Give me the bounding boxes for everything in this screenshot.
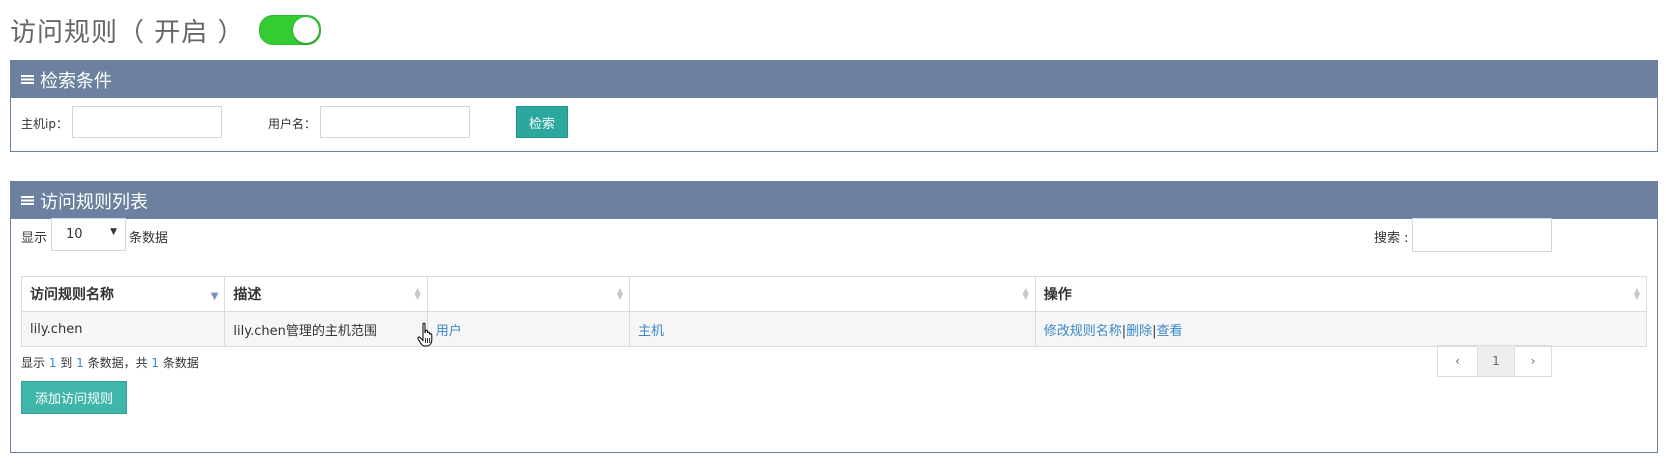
list-icon: [21, 196, 34, 205]
search-panel: 检索条件 主机ip： 用户名： 检索: [10, 60, 1658, 152]
table-search-label: 搜索 :: [1374, 231, 1409, 246]
sort-desc-icon: ▼: [210, 291, 219, 302]
next-page-button[interactable]: ›: [1514, 346, 1551, 376]
info-to: 1: [76, 356, 84, 370]
page-length-value: 10: [66, 227, 83, 242]
table-search-input[interactable]: [1412, 218, 1552, 252]
col-header-users[interactable]: ▲ ▼: [426, 276, 631, 312]
users-link[interactable]: 用户: [436, 324, 462, 339]
list-icon: [21, 75, 34, 84]
table-header-row: 访问规则名称 ▼ 描述 ▲ ▼ ▲ ▼ ▲ ▼ 操作 ▲ ▼: [20, 276, 1648, 312]
page-1-button[interactable]: 1: [1477, 346, 1514, 376]
view-link[interactable]: 查看: [1157, 324, 1183, 339]
sort-icon: ▲ ▼: [414, 286, 421, 301]
cell-users: 用户: [426, 311, 631, 347]
title-row: 访问规则（ 开启 ）: [10, 10, 321, 50]
page-length-select[interactable]: 10 ▼: [51, 218, 126, 251]
search-panel-header: 检索条件: [11, 61, 1657, 98]
rule-list-panel-header: 访问规则列表: [11, 182, 1657, 219]
rename-rule-link[interactable]: 修改规则名称: [1044, 324, 1122, 339]
add-rule-button[interactable]: 添加访问规则: [21, 381, 127, 414]
delete-link[interactable]: 删除: [1126, 324, 1152, 339]
cell-description: lily.chen管理的主机范围: [224, 311, 428, 347]
length-prefix: 显示: [21, 231, 48, 246]
search-panel-title: 检索条件: [40, 70, 112, 92]
page-title: 访问规则（ 开启 ）: [10, 17, 245, 48]
info-total: 1: [151, 356, 160, 370]
host-ip-label: 主机ip：: [21, 117, 68, 131]
search-button[interactable]: 检索: [516, 106, 568, 138]
sort-icon: ▲ ▼: [1633, 286, 1640, 301]
rule-list-panel: 访问规则列表 显示 10 ▼ 条数据 搜索 : 访问规则名称 ▼ 描述 ▲ ▼ ▲ ▼ …: [10, 181, 1658, 453]
rule-list-panel-title: 访问规则列表: [40, 191, 148, 213]
col-header-hosts[interactable]: ▲ ▼: [629, 276, 1036, 312]
toggle-knob: [292, 17, 319, 43]
col-header-actions[interactable]: 操作 ▲ ▼: [1034, 276, 1648, 312]
hosts-link[interactable]: 主机: [638, 324, 664, 339]
rules-table: 访问规则名称 ▼ 描述 ▲ ▼ ▲ ▼ ▲ ▼ 操作 ▲ ▼ lily.chen lily.c…: [20, 276, 1648, 347]
username-label: 用户名：: [268, 117, 317, 131]
prev-page-button[interactable]: ‹: [1438, 346, 1477, 376]
chevron-down-icon: ▼: [110, 227, 117, 237]
sort-icon: ▲ ▼: [1022, 286, 1029, 301]
sort-icon: ▲ ▼: [616, 286, 624, 301]
cell-rule-name: lily.chen: [20, 311, 226, 347]
col-header-description[interactable]: 描述 ▲ ▼: [224, 276, 428, 312]
col-header-rule-name[interactable]: 访问规则名称 ▼: [20, 276, 226, 312]
rule-toggle-switch[interactable]: [258, 15, 321, 45]
hand-cursor-icon: [417, 322, 433, 347]
length-suffix: 条数据: [129, 231, 169, 246]
cell-actions: 修改规则名称|删除|查看: [1034, 311, 1648, 347]
cell-hosts: 主机: [629, 311, 1036, 347]
username-input[interactable]: [320, 106, 470, 138]
table-row: lily.chen lily.chen管理的主机范围 用户 主机 修改规则名称|…: [20, 311, 1648, 347]
table-info: 显示 1 到 1 条数据，共 1 条数据: [21, 356, 199, 370]
host-ip-input[interactable]: [72, 106, 222, 138]
pagination: ‹ 1 ›: [1437, 345, 1552, 377]
